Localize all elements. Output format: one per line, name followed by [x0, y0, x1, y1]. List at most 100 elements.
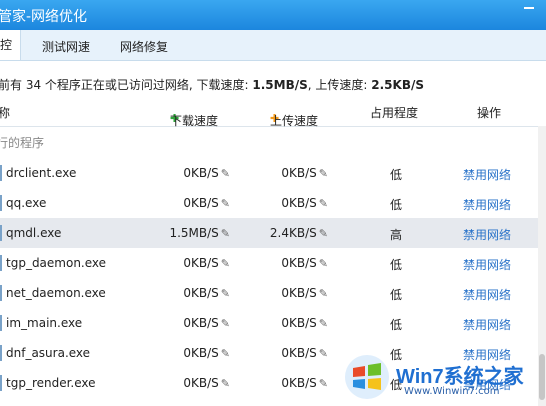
- download-speed-cell[interactable]: 0KB/S ✎: [183, 346, 230, 360]
- summary-download-speed: 1.5MB/S: [252, 78, 308, 92]
- download-speed-cell[interactable]: 0KB/S ✎: [183, 196, 230, 210]
- process-name: tgp_daemon.exe: [6, 256, 107, 270]
- process-name: im_main.exe: [6, 316, 83, 330]
- download-speed-cell[interactable]: 0KB/S ✎: [183, 286, 230, 300]
- process-name: dnf_asura.exe: [6, 346, 91, 360]
- row-marker: [0, 195, 2, 211]
- disable-network-link[interactable]: 禁用网络: [463, 316, 511, 333]
- row-marker: [0, 375, 2, 391]
- header-upload-label: 上传速度: [270, 114, 319, 128]
- usage-level: 低: [390, 198, 403, 212]
- group-label: 行的程序: [0, 136, 45, 150]
- tab-speed-test[interactable]: 测试网速: [42, 38, 90, 55]
- windows-logo-icon: [345, 355, 389, 399]
- header-download-label: 下载速度: [170, 114, 219, 128]
- download-speed-cell[interactable]: 1.5MB/S ✎: [169, 226, 230, 240]
- table-row[interactable]: qmdl.exe 1.5MB/S ✎ 2.4KB/S ✎ 高禁用网络: [0, 218, 546, 248]
- window-title: 管家-网络优化: [0, 9, 88, 25]
- download-speed-cell[interactable]: 0KB/S ✎: [183, 376, 230, 390]
- tab-monitor[interactable]: 控: [0, 30, 22, 60]
- table-row[interactable]: im_main.exe 0KB/S ✎ 0KB/S ✎ 低禁用网络: [0, 308, 546, 338]
- row-marker: [0, 315, 2, 331]
- download-speed: 0KB/S: [183, 346, 219, 360]
- row-marker: [0, 255, 2, 271]
- upload-speed: 2.4KB/S: [269, 226, 317, 240]
- pencil-icon[interactable]: ✎: [319, 377, 328, 390]
- watermark-url: Www.Winwin7.com: [404, 386, 500, 397]
- upload-speed-cell[interactable]: 0KB/S ✎: [281, 376, 328, 390]
- pencil-icon[interactable]: ✎: [319, 197, 328, 210]
- upload-speed-cell[interactable]: 2.4KB/S ✎: [270, 226, 328, 240]
- pencil-icon[interactable]: ✎: [319, 167, 328, 180]
- table-row[interactable]: qq.exe 0KB/S ✎ 0KB/S ✎ 低禁用网络: [0, 188, 546, 218]
- pencil-icon[interactable]: ✎: [221, 227, 230, 240]
- pencil-icon[interactable]: ✎: [319, 317, 328, 330]
- process-name: net_daemon.exe: [6, 286, 106, 300]
- watermark: Win7系统之家 Www.Winwin7.com: [344, 350, 544, 406]
- upload-speed: 0KB/S: [281, 256, 317, 270]
- minimize-button[interactable]: [524, 7, 534, 9]
- row-marker: [0, 225, 2, 241]
- upload-speed-cell[interactable]: 0KB/S ✎: [281, 256, 328, 270]
- pencil-icon[interactable]: ✎: [319, 347, 328, 360]
- download-speed-cell[interactable]: 0KB/S ✎: [183, 256, 230, 270]
- disable-network-link[interactable]: 禁用网络: [463, 286, 511, 303]
- download-speed: 0KB/S: [183, 286, 219, 300]
- upload-speed: 0KB/S: [281, 166, 317, 180]
- download-speed-cell[interactable]: 0KB/S ✎: [183, 316, 230, 330]
- download-speed: 1.5MB/S: [169, 226, 219, 240]
- usage-level: 低: [390, 288, 403, 302]
- header-usage[interactable]: 占用程度: [370, 104, 418, 121]
- table-row[interactable]: net_daemon.exe 0KB/S ✎ 0KB/S ✎ 低禁用网络: [0, 278, 546, 308]
- download-speed-cell[interactable]: 0KB/S ✎: [183, 166, 230, 180]
- row-marker: [0, 285, 2, 301]
- usage-level: 低: [390, 168, 403, 182]
- upload-speed-cell[interactable]: 0KB/S ✎: [281, 166, 328, 180]
- disable-network-link[interactable]: 禁用网络: [463, 226, 511, 243]
- download-speed: 0KB/S: [183, 256, 219, 270]
- pencil-icon[interactable]: ✎: [221, 377, 230, 390]
- tab-bar: 控 测试网速 网络修复: [0, 30, 546, 61]
- upload-speed-cell[interactable]: 0KB/S ✎: [281, 286, 328, 300]
- process-name: drclient.exe: [6, 166, 77, 180]
- download-speed: 0KB/S: [183, 376, 219, 390]
- process-name: qq.exe: [6, 196, 47, 210]
- upload-speed: 0KB/S: [281, 346, 317, 360]
- tab-network-repair[interactable]: 网络修复: [120, 38, 168, 55]
- header-name[interactable]: 称: [0, 104, 10, 121]
- pencil-icon[interactable]: ✎: [221, 167, 230, 180]
- summary-line: 前有 34 个程序正在或已访问过网络, 下载速度: 1.5MB/S, 上传速度:…: [0, 76, 424, 93]
- usage-level: 低: [390, 318, 403, 332]
- upload-speed: 0KB/S: [281, 316, 317, 330]
- pencil-icon[interactable]: ✎: [221, 347, 230, 360]
- upload-speed-cell[interactable]: 0KB/S ✎: [281, 316, 328, 330]
- watermark-brand: Win7系统之家: [396, 366, 524, 388]
- header-action: 操作: [477, 106, 502, 120]
- download-speed: 0KB/S: [183, 166, 219, 180]
- upload-speed-cell[interactable]: 0KB/S ✎: [281, 346, 328, 360]
- table-row[interactable]: drclient.exe 0KB/S ✎ 0KB/S ✎ 低禁用网络: [0, 158, 546, 188]
- pencil-icon[interactable]: ✎: [319, 227, 328, 240]
- summary-middle: , 上传速度:: [307, 78, 372, 92]
- disable-network-link[interactable]: 禁用网络: [463, 166, 511, 183]
- pencil-icon[interactable]: ✎: [319, 287, 328, 300]
- pencil-icon[interactable]: ✎: [221, 287, 230, 300]
- upload-speed-cell[interactable]: 0KB/S ✎: [281, 196, 328, 210]
- row-marker: [0, 165, 2, 181]
- summary-upload-speed: 2.5KB/S: [371, 78, 424, 92]
- disable-network-link[interactable]: 禁用网络: [463, 196, 511, 213]
- table-row[interactable]: tgp_daemon.exe 0KB/S ✎ 0KB/S ✎ 低禁用网络: [0, 248, 546, 278]
- usage-level: 高: [390, 228, 403, 242]
- upload-speed: 0KB/S: [281, 376, 317, 390]
- usage-level: 低: [390, 258, 403, 272]
- pencil-icon[interactable]: ✎: [319, 257, 328, 270]
- pencil-icon[interactable]: ✎: [221, 257, 230, 270]
- row-marker: [0, 345, 2, 361]
- download-speed: 0KB/S: [183, 196, 219, 210]
- upload-speed: 0KB/S: [281, 196, 317, 210]
- process-name: tgp_render.exe: [6, 376, 96, 390]
- pencil-icon[interactable]: ✎: [221, 197, 230, 210]
- table-header: 称 ✚ 下载速度 ✚ 上传速度 占用程度 操作: [0, 96, 546, 128]
- disable-network-link[interactable]: 禁用网络: [463, 256, 511, 273]
- pencil-icon[interactable]: ✎: [221, 317, 230, 330]
